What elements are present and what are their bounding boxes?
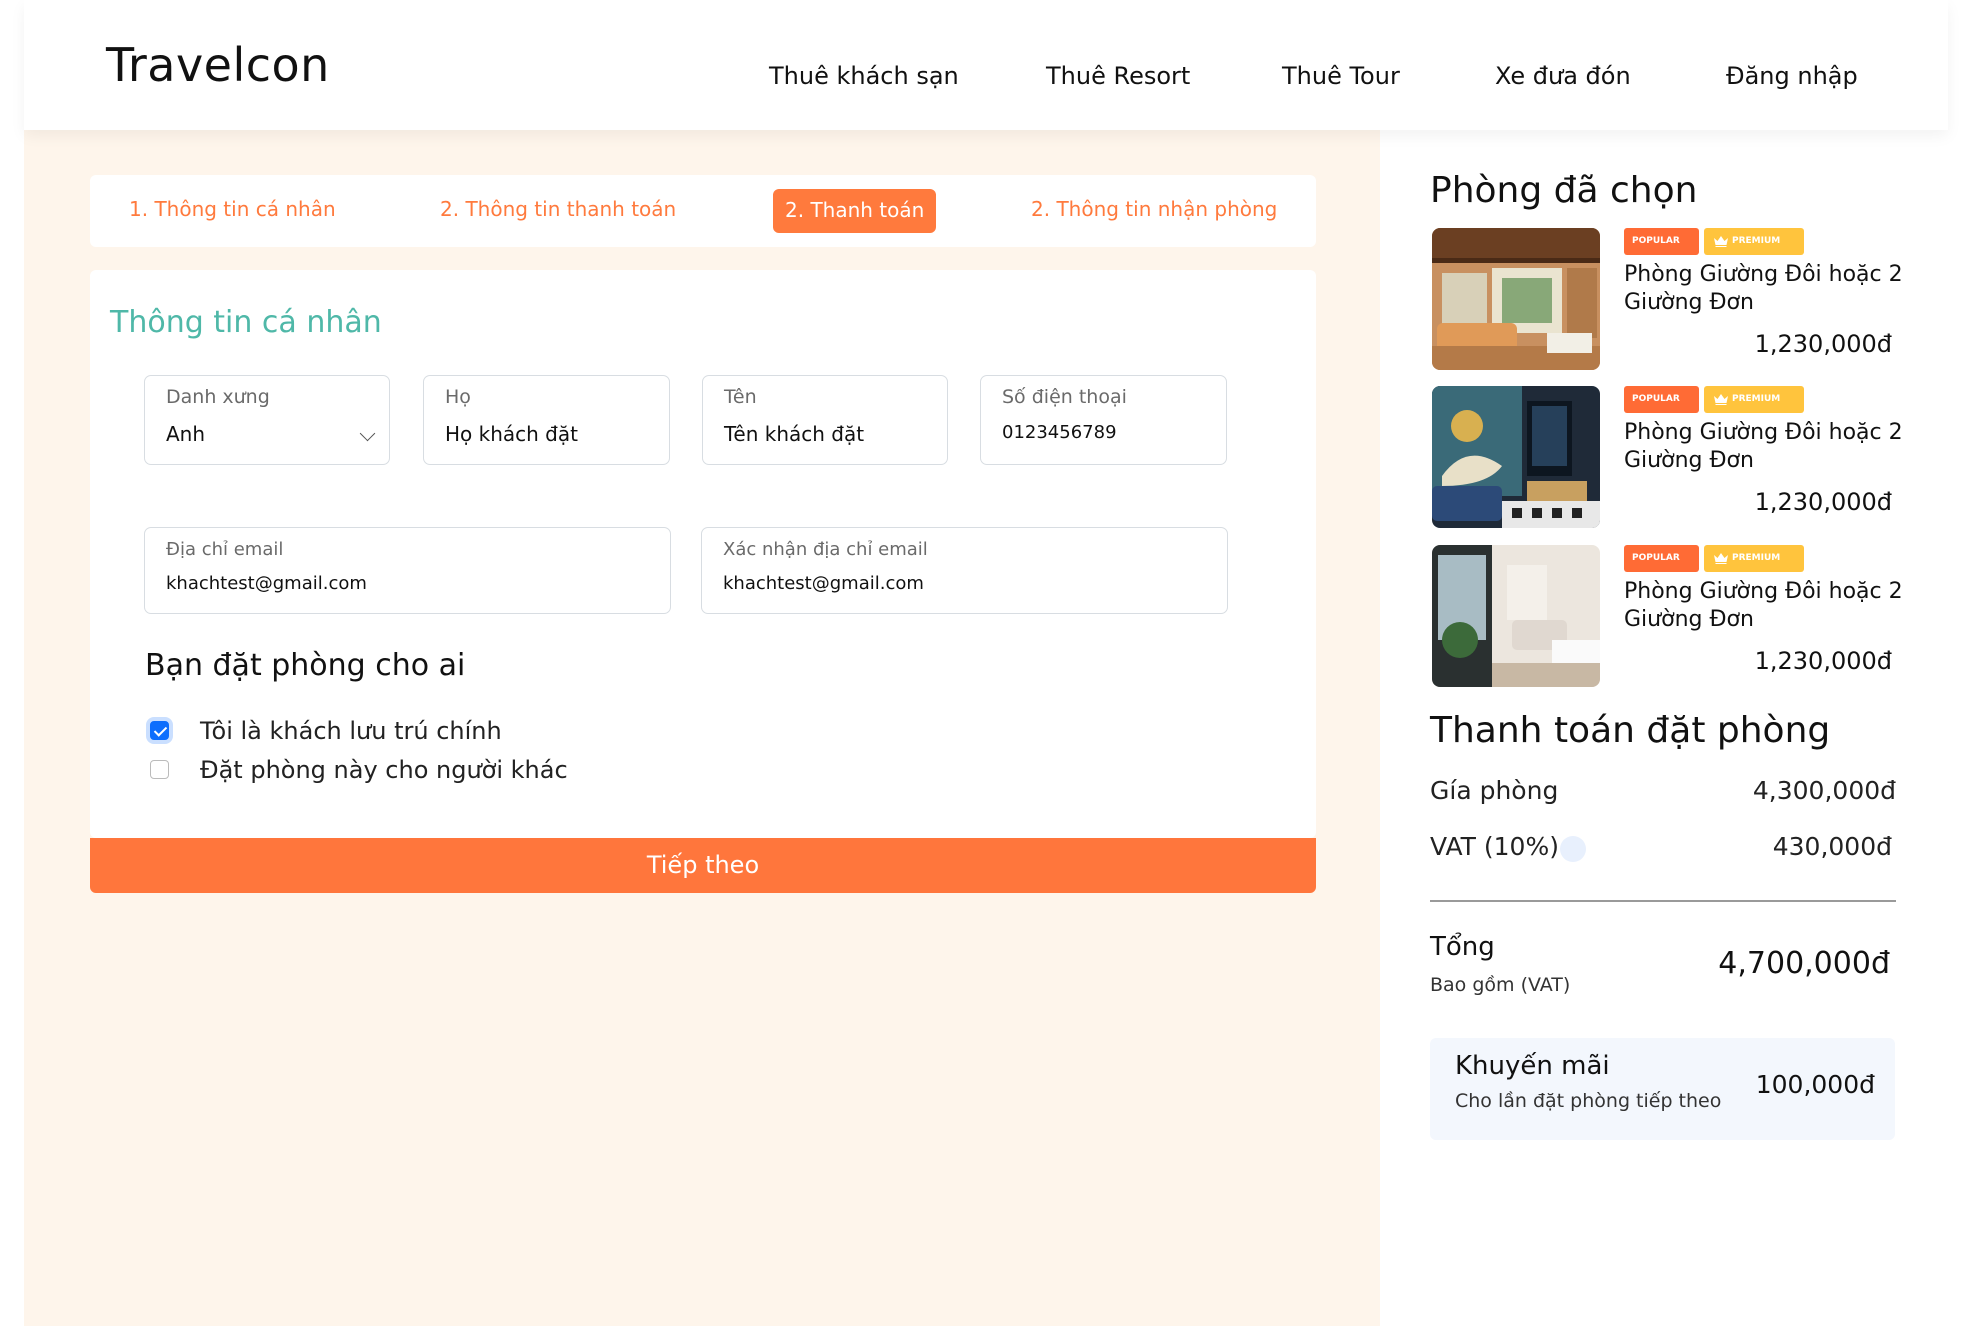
first-name-value: Tên khách đặt — [724, 422, 865, 446]
premium-badge: PREMIUM — [1704, 545, 1804, 572]
total-value: 4,700,000đ — [1718, 946, 1890, 981]
next-button[interactable]: Tiếp theo — [90, 838, 1316, 893]
room-price: 1,230,000đ — [1754, 647, 1892, 675]
personal-info-card: Thông tin cá nhân Danh xưng Anh Họ Họ kh… — [90, 270, 1316, 838]
chevron-down-icon — [359, 425, 376, 442]
step-payment-info[interactable]: 2. Thông tin thanh toán — [440, 197, 676, 221]
form-title: Thông tin cá nhân — [110, 305, 382, 340]
last-name-field[interactable]: Họ Họ khách đặt — [423, 375, 670, 465]
last-name-value: Họ khách đặt — [445, 422, 578, 446]
info-icon[interactable] — [1560, 836, 1586, 862]
last-name-label: Họ — [445, 386, 471, 408]
premium-badge: PREMIUM — [1704, 228, 1804, 255]
promo-box: Khuyến mãi Cho lần đặt phòng tiếp theo 1… — [1430, 1038, 1895, 1140]
phone-field[interactable]: Số điện thoại 0123456789 — [980, 375, 1227, 465]
checkbox-main-guest[interactable] — [150, 721, 169, 740]
room-card[interactable]: POPULAR PREMIUM Phòng Giường Đôi hoặc 2 … — [1432, 545, 1912, 690]
room-price-label: Gía phòng — [1430, 776, 1559, 805]
premium-badge-label: PREMIUM — [1732, 394, 1781, 404]
nav-hotel[interactable]: Thuê khách sạn — [769, 62, 959, 90]
popular-badge: POPULAR — [1624, 386, 1699, 413]
booking-for-title: Bạn đặt phòng cho ai — [145, 648, 466, 683]
nav-resort[interactable]: Thuê Resort — [1046, 62, 1190, 90]
room-photo — [1432, 386, 1600, 528]
room-price: 1,230,000đ — [1754, 330, 1892, 358]
room-name: Phòng Giường Đôi hoặc 2 Giường Đơn — [1624, 420, 1903, 473]
popular-badge: POPULAR — [1624, 228, 1699, 255]
option-other-guest-label: Đặt phòng này cho người khác — [200, 756, 568, 784]
premium-badge: PREMIUM — [1704, 386, 1804, 413]
email-label: Địa chỉ email — [166, 539, 284, 560]
promo-note: Cho lần đặt phòng tiếp theo — [1455, 1090, 1722, 1112]
vat-label: VAT (10%) — [1430, 832, 1559, 861]
step-checkin-info[interactable]: 2. Thông tin nhận phòng — [1031, 197, 1277, 221]
popular-badge: POPULAR — [1624, 545, 1699, 572]
site-logo[interactable]: Travelcon — [106, 38, 330, 92]
first-name-label: Tên — [724, 386, 757, 408]
crown-icon — [1714, 236, 1728, 247]
total-note: Bao gồm (VAT) — [1430, 974, 1571, 996]
room-card[interactable]: POPULAR PREMIUM Phòng Giường Đôi hoặc 2 … — [1432, 228, 1912, 373]
salutation-label: Danh xưng — [166, 386, 270, 408]
selected-rooms-title: Phòng đã chọn — [1430, 170, 1698, 211]
room-card[interactable]: POPULAR PREMIUM Phòng Giường Đôi hoặc 2 … — [1432, 386, 1912, 531]
salutation-value: Anh — [166, 422, 206, 446]
crown-icon — [1714, 553, 1728, 564]
option-main-guest-label: Tôi là khách lưu trú chính — [200, 717, 502, 745]
email-confirm-value: khachtest@gmail.com — [723, 573, 924, 594]
salutation-select[interactable]: Danh xưng Anh — [144, 375, 390, 465]
top-navbar: Travelcon Thuê khách sạn Thuê Resort Thu… — [24, 0, 1948, 130]
total-label: Tổng — [1430, 932, 1495, 962]
phone-label: Số điện thoại — [1002, 386, 1127, 408]
nav-transfer[interactable]: Xe đưa đón — [1495, 62, 1631, 90]
room-name: Phòng Giường Đôi hoặc 2 Giường Đơn — [1624, 262, 1903, 315]
email-field[interactable]: Địa chỉ email khachtest@gmail.com — [144, 527, 671, 614]
payment-summary-title: Thanh toán đặt phòng — [1430, 710, 1831, 751]
room-price-value: 4,300,000đ — [1752, 776, 1896, 805]
checkbox-other-guest[interactable] — [150, 760, 169, 779]
room-photo — [1432, 545, 1600, 687]
email-value: khachtest@gmail.com — [166, 573, 367, 594]
premium-badge-label: PREMIUM — [1732, 553, 1781, 563]
room-price: 1,230,000đ — [1754, 488, 1892, 516]
step-personal-info[interactable]: 1. Thông tin cá nhân — [129, 197, 336, 221]
promo-value: 100,000đ — [1755, 1070, 1875, 1099]
premium-badge-label: PREMIUM — [1732, 236, 1781, 246]
first-name-field[interactable]: Tên Tên khách đặt — [702, 375, 948, 465]
room-name: Phòng Giường Đôi hoặc 2 Giường Đơn — [1624, 579, 1903, 632]
room-photo — [1432, 228, 1600, 370]
step-payment[interactable]: 2. Thanh toán — [773, 189, 937, 233]
email-confirm-label: Xác nhận địa chỉ email — [723, 539, 928, 560]
summary-divider — [1430, 900, 1896, 902]
crown-icon — [1714, 394, 1728, 405]
vat-value: 430,000đ — [1772, 832, 1892, 861]
email-confirm-field[interactable]: Xác nhận địa chỉ email khachtest@gmail.c… — [701, 527, 1228, 614]
nav-login[interactable]: Đăng nhập — [1726, 62, 1858, 90]
promo-title: Khuyến mãi — [1455, 1051, 1610, 1081]
nav-tour[interactable]: Thuê Tour — [1282, 62, 1400, 90]
booking-stepper: 1. Thông tin cá nhân 2. Thông tin thanh … — [90, 175, 1316, 247]
phone-value: 0123456789 — [1002, 422, 1117, 443]
